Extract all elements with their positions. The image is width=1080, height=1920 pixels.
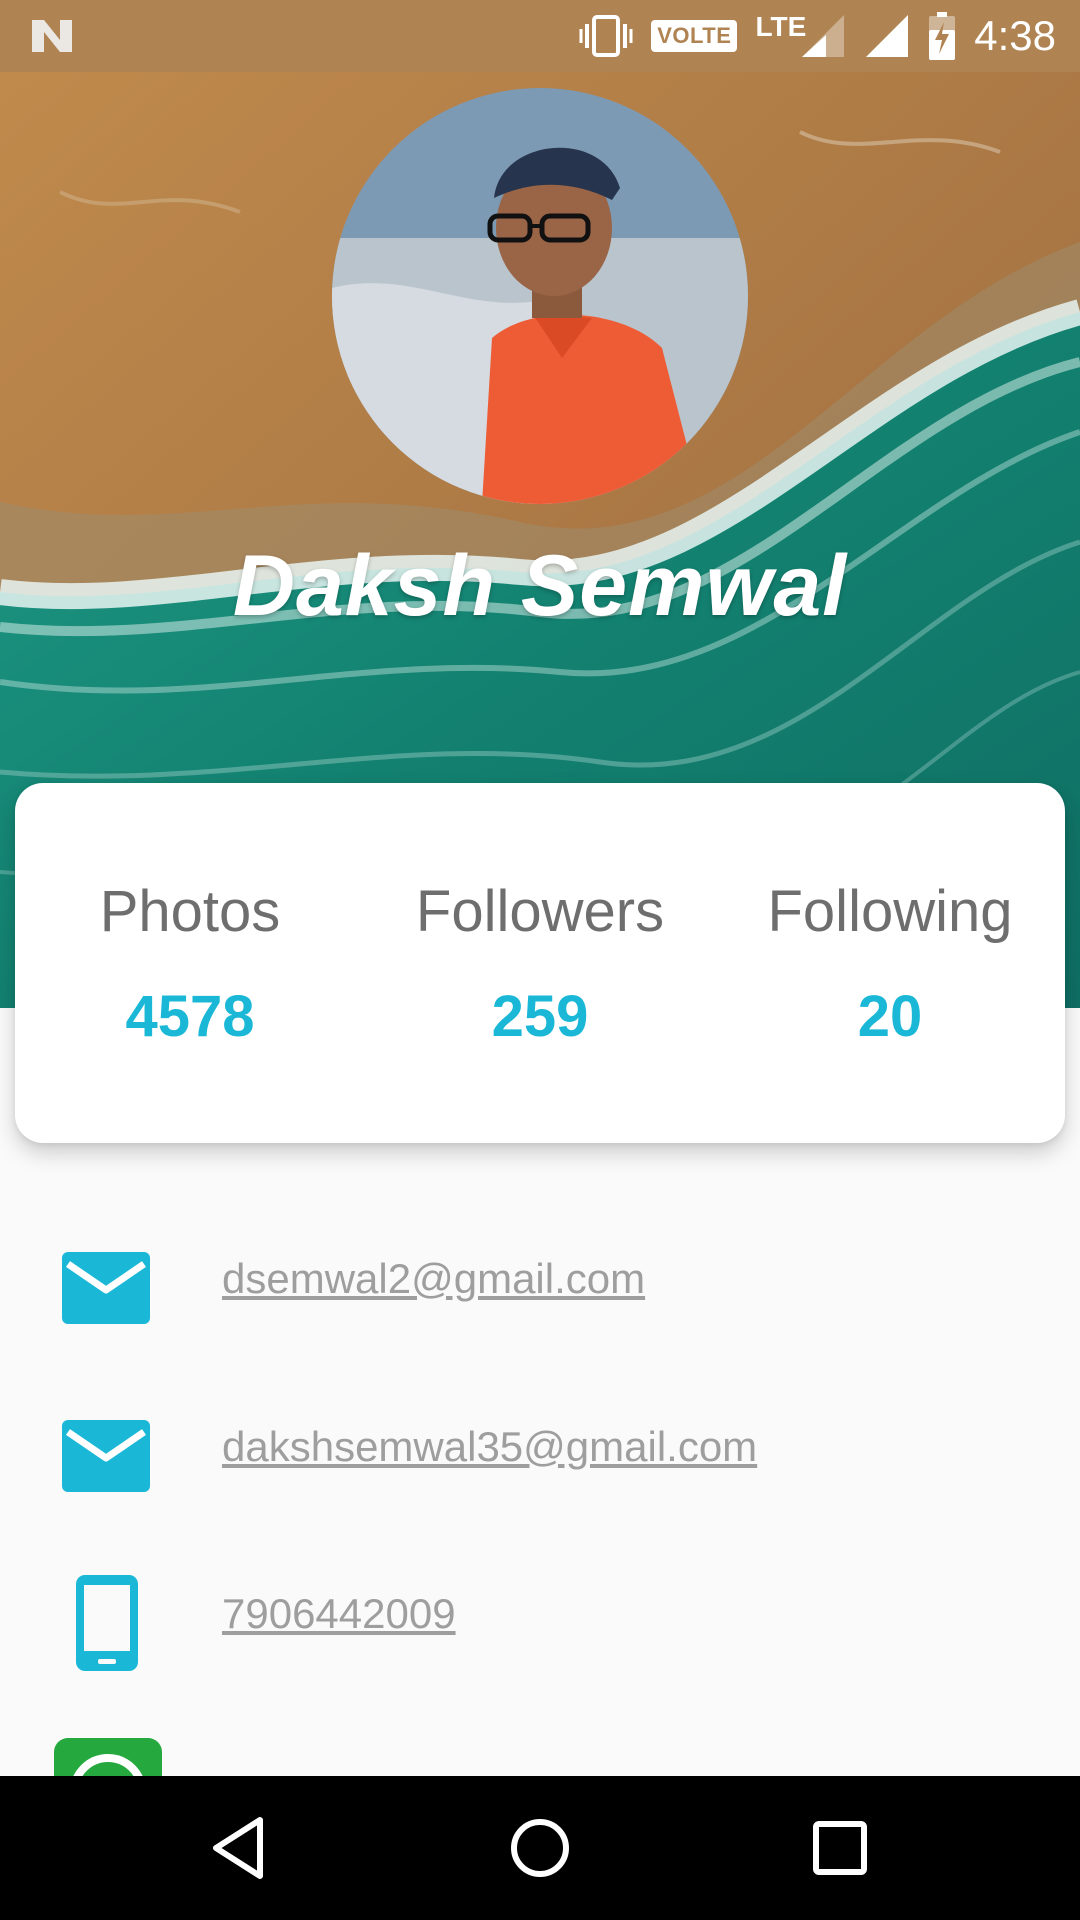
email-link[interactable]: dsemwal2@gmail.com — [222, 1255, 645, 1303]
contact-row-whatsapp[interactable] — [0, 1736, 1080, 1776]
profile-name: Daksh Semwal — [232, 538, 848, 634]
home-icon[interactable] — [498, 1806, 582, 1890]
vibrate-icon — [579, 15, 633, 57]
email-icon — [62, 1252, 150, 1324]
recents-icon[interactable] — [798, 1806, 882, 1890]
stats-card: Photos 4578 Followers 259 Following 20 — [15, 783, 1065, 1143]
whatsapp-icon — [54, 1738, 162, 1776]
volte-badge: VOLTE — [651, 20, 738, 52]
signal-icon — [866, 15, 909, 57]
stat-label: Followers — [415, 879, 665, 944]
stat-label: Following — [767, 879, 1013, 944]
back-icon[interactable] — [198, 1806, 282, 1890]
profile-avatar[interactable] — [332, 88, 748, 504]
stat-photos[interactable]: Photos 4578 — [15, 783, 365, 1050]
status-bar: VOLTE LTE 4:38 — [0, 0, 1080, 72]
stat-value: 259 — [491, 984, 589, 1049]
navigation-bar — [0, 1776, 1080, 1920]
profile-photo — [332, 88, 748, 504]
phone-icon — [76, 1575, 138, 1671]
stat-following[interactable]: Following 20 — [715, 783, 1065, 1050]
phone-link[interactable]: 7906442009 — [222, 1590, 456, 1638]
stat-followers[interactable]: Followers 259 — [365, 783, 715, 1050]
notification-n-icon — [32, 20, 72, 52]
stat-label: Photos — [99, 879, 281, 944]
stat-value: 20 — [857, 984, 923, 1049]
network-type-label: LTE — [755, 11, 807, 42]
battery-charging-icon — [929, 12, 956, 60]
email-icon — [62, 1420, 150, 1492]
status-clock: 4:38 — [974, 12, 1056, 59]
signal-icon — [802, 15, 845, 57]
contact-row-email-2[interactable]: dakshsemwal35@gmail.com — [0, 1401, 1080, 1511]
stat-value: 4578 — [125, 984, 255, 1049]
email-link[interactable]: dakshsemwal35@gmail.com — [222, 1423, 757, 1471]
contact-row-email-1[interactable]: dsemwal2@gmail.com — [0, 1233, 1080, 1343]
contact-row-phone[interactable]: 7906442009 — [0, 1568, 1080, 1678]
